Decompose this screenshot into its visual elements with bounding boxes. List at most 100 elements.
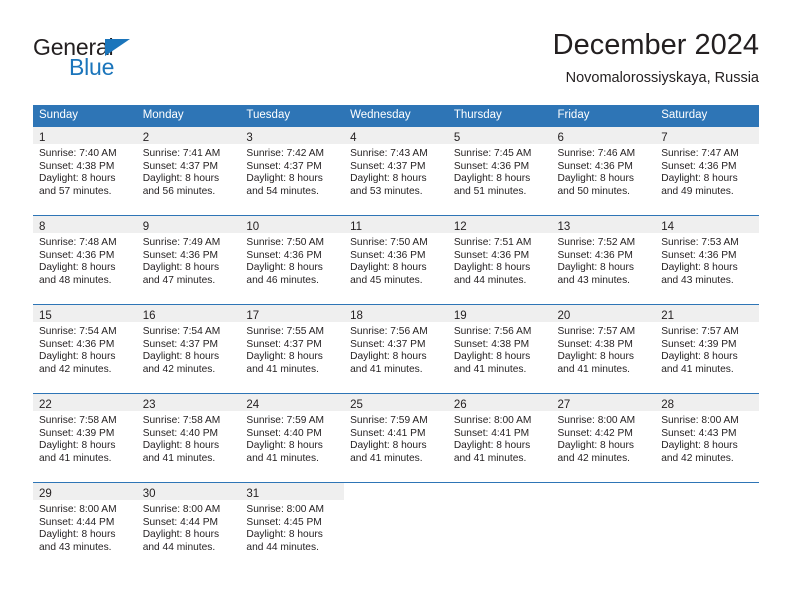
day-details: Sunrise: 7:56 AM Sunset: 4:37 PM Dayligh… (344, 322, 448, 376)
day-details: Sunrise: 8:00 AM Sunset: 4:45 PM Dayligh… (240, 500, 344, 554)
day-cell[interactable]: 9 Sunrise: 7:49 AM Sunset: 4:36 PM Dayli… (136, 215, 241, 305)
daylight-line2: and 44 minutes. (246, 541, 319, 553)
daylight-line1: Daylight: 8 hours (661, 351, 738, 363)
daylight-line2: and 41 minutes. (350, 452, 423, 464)
daylight-line2: and 41 minutes. (246, 452, 319, 464)
day-cell[interactable]: 21 Sunrise: 7:57 AM Sunset: 4:39 PM Dayl… (655, 304, 759, 394)
day-cell[interactable]: 1 Sunrise: 7:40 AM Sunset: 4:38 PM Dayli… (33, 126, 137, 216)
daylight-line1: Daylight: 8 hours (453, 351, 531, 363)
sunrise-text: Sunrise: 8:00 AM (246, 504, 324, 515)
day-cell[interactable]: 28 Sunrise: 8:00 AM Sunset: 4:43 PM Dayl… (655, 393, 759, 483)
day-cell[interactable]: 24 Sunrise: 7:59 AM Sunset: 4:40 PM Dayl… (240, 393, 345, 483)
day-details: Sunrise: 8:00 AM Sunset: 4:44 PM Dayligh… (33, 500, 137, 554)
day-cell[interactable]: 5 Sunrise: 7:45 AM Sunset: 4:36 PM Dayli… (447, 126, 552, 216)
daylight-line2: and 56 minutes. (142, 185, 216, 197)
day-cell[interactable]: 31 Sunrise: 8:00 AM Sunset: 4:45 PM Dayl… (240, 482, 345, 571)
day-cell[interactable]: 29 Sunrise: 8:00 AM Sunset: 4:44 PM Dayl… (33, 482, 137, 571)
day-cell[interactable]: 12 Sunrise: 7:51 AM Sunset: 4:36 PM Dayl… (447, 215, 552, 305)
day-cell[interactable]: 17 Sunrise: 7:55 AM Sunset: 4:37 PM Dayl… (240, 304, 345, 394)
sunset-text: Sunset: 4:44 PM (39, 516, 115, 528)
daylight-line1: Daylight: 8 hours (350, 440, 427, 452)
sunrise-text: Sunrise: 7:45 AM (453, 148, 532, 159)
day-cell[interactable]: 6 Sunrise: 7:46 AM Sunset: 4:36 PM Dayli… (551, 126, 656, 216)
day-cell[interactable]: 27 Sunrise: 8:00 AM Sunset: 4:42 PM Dayl… (551, 393, 656, 483)
date-number-band: 26 (447, 394, 552, 411)
day-cell[interactable]: 18 Sunrise: 7:56 AM Sunset: 4:37 PM Dayl… (344, 304, 448, 394)
sunrise-text: Sunrise: 8:00 AM (453, 415, 532, 426)
day-details: Sunrise: 7:46 AM Sunset: 4:36 PM Dayligh… (552, 144, 656, 198)
sunset-text: Sunset: 4:37 PM (142, 338, 219, 350)
date-number: 10 (246, 221, 260, 233)
daylight-line2: and 42 minutes. (39, 363, 112, 375)
day-details: Sunrise: 7:53 AM Sunset: 4:36 PM Dayligh… (655, 233, 759, 287)
daylight-line1: Daylight: 8 hours (661, 440, 738, 452)
sunrise-text: Sunrise: 7:56 AM (350, 326, 428, 337)
day-details: Sunrise: 7:56 AM Sunset: 4:38 PM Dayligh… (448, 322, 552, 376)
sunrise-text: Sunrise: 7:55 AM (246, 326, 324, 337)
sunset-text: Sunset: 4:40 PM (246, 427, 322, 439)
date-number: 3 (246, 132, 253, 144)
day-cell[interactable]: 7 Sunrise: 7:47 AM Sunset: 4:36 PM Dayli… (655, 126, 759, 216)
day-cell[interactable]: 2 Sunrise: 7:41 AM Sunset: 4:37 PM Dayli… (136, 126, 241, 216)
date-number-band (448, 483, 552, 500)
sunrise-text: Sunrise: 8:00 AM (39, 504, 117, 515)
day-details: Sunrise: 7:52 AM Sunset: 4:36 PM Dayligh… (552, 233, 656, 287)
daylight-line1: Daylight: 8 hours (142, 262, 220, 274)
sunrise-text: Sunrise: 7:42 AM (246, 148, 324, 159)
date-number-band: 8 (33, 216, 137, 233)
sunrise-text: Sunrise: 8:00 AM (557, 415, 636, 426)
date-number: 1 (39, 132, 46, 144)
date-number: 7 (661, 132, 668, 144)
day-cell[interactable]: 16 Sunrise: 7:54 AM Sunset: 4:37 PM Dayl… (136, 304, 241, 394)
day-cell[interactable]: 26 Sunrise: 8:00 AM Sunset: 4:41 PM Dayl… (447, 393, 552, 483)
daylight-line1: Daylight: 8 hours (350, 262, 427, 274)
weekday-header-friday: Friday (551, 105, 656, 127)
general-blue-logo[interactable]: General Blue (33, 36, 233, 88)
day-cell[interactable]: 13 Sunrise: 7:52 AM Sunset: 4:36 PM Dayl… (551, 215, 656, 305)
daylight-line2: and 42 minutes. (142, 363, 216, 375)
day-cell[interactable]: 8 Sunrise: 7:48 AM Sunset: 4:36 PM Dayli… (33, 215, 137, 305)
daylight-line1: Daylight: 8 hours (350, 351, 427, 363)
day-cell[interactable]: 23 Sunrise: 7:58 AM Sunset: 4:40 PM Dayl… (136, 393, 241, 483)
day-details: Sunrise: 7:49 AM Sunset: 4:36 PM Dayligh… (137, 233, 241, 287)
sunset-text: Sunset: 4:41 PM (350, 427, 426, 439)
date-number-band (552, 483, 656, 500)
day-cell[interactable]: 25 Sunrise: 7:59 AM Sunset: 4:41 PM Dayl… (344, 393, 448, 483)
date-number-band: 30 (136, 483, 241, 500)
day-cell[interactable]: 19 Sunrise: 7:56 AM Sunset: 4:38 PM Dayl… (447, 304, 552, 394)
day-cell[interactable]: 4 Sunrise: 7:43 AM Sunset: 4:37 PM Dayli… (344, 126, 448, 216)
day-cell[interactable]: 22 Sunrise: 7:58 AM Sunset: 4:39 PM Dayl… (33, 393, 137, 483)
daylight-line1: Daylight: 8 hours (39, 262, 116, 274)
sunset-text: Sunset: 4:37 PM (350, 338, 426, 350)
sunrise-text: Sunrise: 7:59 AM (350, 415, 428, 426)
page-header: General Blue December 2024 Novomalorossi… (33, 28, 759, 94)
sunrise-text: Sunrise: 7:51 AM (453, 237, 532, 248)
day-details: Sunrise: 7:40 AM Sunset: 4:38 PM Dayligh… (33, 144, 137, 198)
day-cell[interactable]: 10 Sunrise: 7:50 AM Sunset: 4:36 PM Dayl… (240, 215, 345, 305)
date-number: 24 (246, 399, 260, 411)
location-subtitle: Novomalorossiyskaya, Russia (565, 70, 759, 86)
date-number: 12 (453, 221, 467, 233)
day-cell[interactable]: 14 Sunrise: 7:53 AM Sunset: 4:36 PM Dayl… (655, 215, 759, 305)
daylight-line1: Daylight: 8 hours (246, 173, 323, 185)
sunrise-text: Sunrise: 7:57 AM (557, 326, 636, 337)
daylight-line1: Daylight: 8 hours (453, 262, 531, 274)
date-number: 25 (350, 399, 363, 411)
day-cell[interactable]: 11 Sunrise: 7:50 AM Sunset: 4:36 PM Dayl… (344, 215, 448, 305)
sunrise-text: Sunrise: 7:58 AM (142, 415, 221, 426)
sunrise-text: Sunrise: 7:56 AM (453, 326, 532, 337)
page-title: December 2024 (552, 29, 759, 61)
sunrise-text: Sunrise: 8:00 AM (661, 415, 739, 426)
daylight-line1: Daylight: 8 hours (453, 440, 531, 452)
day-details: Sunrise: 7:55 AM Sunset: 4:37 PM Dayligh… (240, 322, 344, 376)
day-cell[interactable]: 30 Sunrise: 8:00 AM Sunset: 4:44 PM Dayl… (136, 482, 241, 571)
daylight-line2: and 41 minutes. (453, 452, 527, 464)
date-number: 16 (142, 310, 156, 322)
day-cell[interactable]: 15 Sunrise: 7:54 AM Sunset: 4:36 PM Dayl… (33, 304, 137, 394)
date-number-band: 1 (33, 127, 137, 144)
day-cell[interactable]: 20 Sunrise: 7:57 AM Sunset: 4:38 PM Dayl… (551, 304, 656, 394)
daylight-line1: Daylight: 8 hours (557, 351, 634, 363)
daylight-line1: Daylight: 8 hours (661, 173, 738, 185)
daylight-line1: Daylight: 8 hours (350, 173, 427, 185)
day-cell[interactable]: 3 Sunrise: 7:42 AM Sunset: 4:37 PM Dayli… (240, 126, 345, 216)
